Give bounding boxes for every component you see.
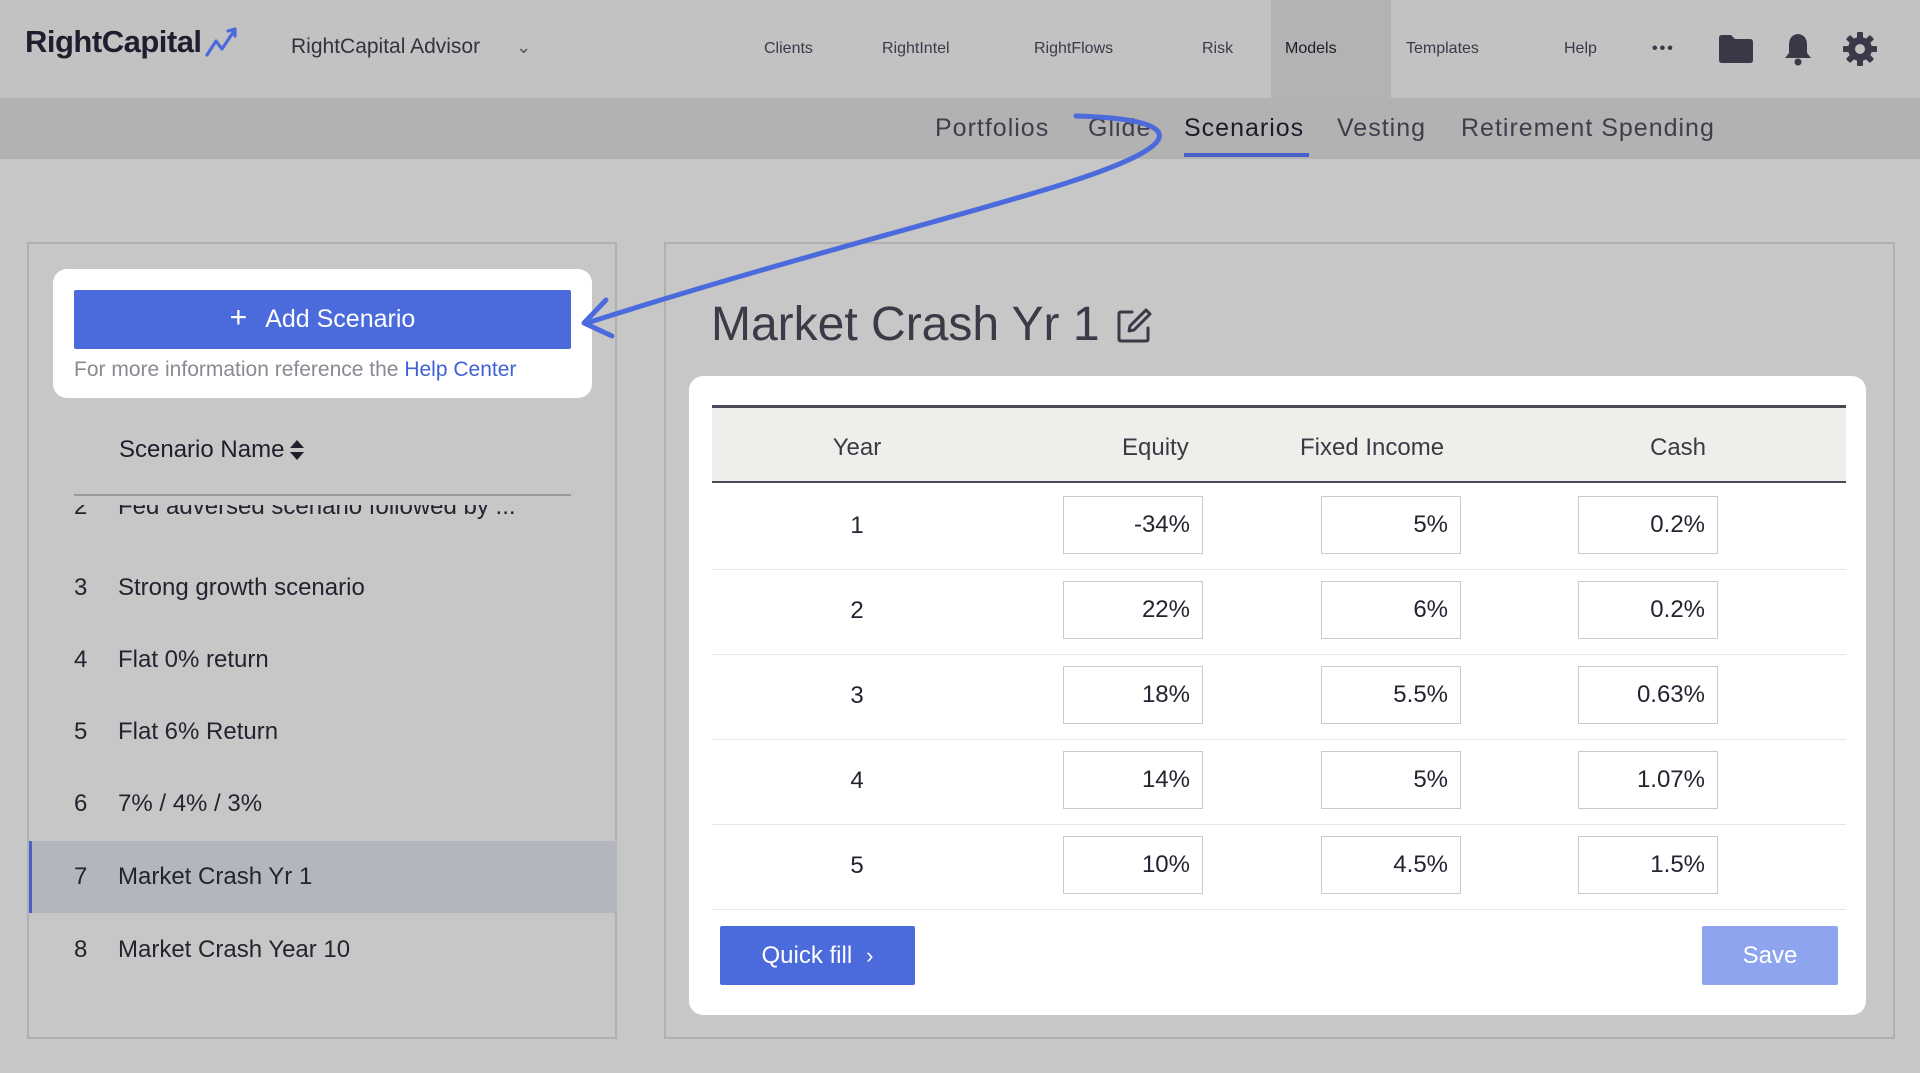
scenario-number: 7 [74,863,88,890]
active-tab-indicator [1184,153,1309,157]
more-menu-icon[interactable]: ••• [1652,0,1675,98]
logo-trend-icon [204,27,237,57]
scenario-number: 3 [74,574,88,601]
fixed-income-input[interactable]: 6% [1321,581,1461,639]
add-scenario-button[interactable]: + Add Scenario [74,290,571,349]
bell-icon[interactable] [1779,30,1817,68]
scenario-name: 7% / 4% / 3% [118,790,263,817]
year-cell: 4 [850,767,864,794]
equity-input[interactable]: -34% [1063,496,1203,554]
sort-icon [290,440,305,460]
table-header: Year Equity Fixed Income Cash [712,405,1846,483]
header-divider [74,494,571,496]
list-item[interactable]: 6 7% / 4% / 3% [29,768,617,840]
list-item[interactable]: 8 Market Crash Year 10 [29,914,617,986]
col-fixed-income: Fixed Income [1300,434,1445,461]
equity-input[interactable]: 14% [1063,751,1203,809]
chevron-down-icon: ⌄ [516,36,532,57]
scenario-name: Flat 6% Return [118,718,279,745]
equity-input[interactable]: 10% [1063,836,1203,894]
tab-vesting[interactable]: Vesting [1337,98,1426,159]
help-note: For more information reference the Help … [74,358,516,382]
column-header-label: Scenario Name [119,436,285,463]
scenario-number: 8 [74,936,88,963]
scenario-number: 2 [74,505,88,520]
nav-templates[interactable]: Templates [1406,0,1479,98]
scenario-name: Strong growth scenario [118,574,365,601]
nav-help[interactable]: Help [1564,0,1597,98]
tab-glide[interactable]: Glide [1088,98,1151,159]
fixed-income-input[interactable]: 5.5% [1321,666,1461,724]
nav-models[interactable]: Models [1271,0,1391,98]
tab-portfolios[interactable]: Portfolios [935,98,1049,159]
list-item[interactable]: 5 Flat 6% Return [29,696,617,768]
edit-icon[interactable] [1116,306,1154,344]
quick-fill-label: Quick fill [761,941,853,969]
table-row: 5 10% 4.5% 1.5% [712,824,1846,910]
fixed-income-input[interactable]: 5% [1321,751,1461,809]
cash-input[interactable]: 0.63% [1578,666,1718,724]
list-item[interactable]: 4 Flat 0% return [29,624,617,696]
year-cell: 3 [850,682,864,709]
folder-icon[interactable] [1717,30,1755,68]
account-switcher[interactable]: RightCapital Advisor ⌄ [291,35,531,59]
gear-icon[interactable] [1841,30,1879,68]
fixed-income-input[interactable]: 5% [1321,496,1461,554]
table-row: 4 14% 5% 1.07% [712,739,1846,825]
chevron-right-icon: › [866,942,874,968]
year-cell: 2 [850,597,864,624]
cash-input[interactable]: 1.5% [1578,836,1718,894]
scenario-number: 4 [74,646,88,673]
list-item[interactable]: 3 Strong growth scenario [29,552,617,624]
scenario-number: 6 [74,790,88,817]
scenario-name: Market Crash Year 10 [118,936,351,963]
add-scenario-label: Add Scenario [265,305,416,333]
list-item[interactable]: 2 Fed adversed scenario followed by ... [29,505,617,535]
fixed-income-input[interactable]: 4.5% [1321,836,1461,894]
nav-rightflows[interactable]: RightFlows [1034,0,1113,98]
cash-input[interactable]: 0.2% [1578,581,1718,639]
rightcapital-logo[interactable]: RightCapital [25,24,244,60]
year-cell: 5 [850,852,864,879]
scenario-title: Market Crash Yr 1 [711,297,1154,352]
scenario-name-column-header[interactable]: Scenario Name [119,436,305,464]
nav-rightintel[interactable]: RightIntel [882,0,950,98]
top-navigation-bar [0,0,1920,98]
tab-retirement-spending[interactable]: Retirement Spending [1461,98,1715,159]
cash-input[interactable]: 1.07% [1578,751,1718,809]
plus-icon: + [229,301,248,334]
quick-fill-button[interactable]: Quick fill › [720,926,915,985]
equity-input[interactable]: 18% [1063,666,1203,724]
scenario-name: Market Crash Yr 1 [118,863,313,890]
table-row: 1 -34% 5% 0.2% [712,484,1846,570]
table-row: 2 22% 6% 0.2% [712,569,1846,655]
tab-scenarios[interactable]: Scenarios [1184,98,1304,159]
col-cash: Cash [1650,434,1707,461]
list-item-selected[interactable]: 7 Market Crash Yr 1 [29,841,617,913]
scenario-title-text: Market Crash Yr 1 [711,298,1100,351]
equity-input[interactable]: 22% [1063,581,1203,639]
nav-risk[interactable]: Risk [1202,0,1233,98]
help-center-link[interactable]: Help Center [404,358,516,381]
save-button[interactable]: Save [1702,926,1838,985]
cash-input[interactable]: 0.2% [1578,496,1718,554]
col-year: Year [832,434,882,461]
scenario-name: Flat 0% return [118,646,269,673]
table-row: 3 18% 5.5% 0.63% [712,654,1846,740]
account-name: RightCapital Advisor [291,35,481,58]
nav-clients[interactable]: Clients [764,0,813,98]
scenario-name: Fed adversed scenario followed by ... [118,505,516,520]
col-equity: Equity [1122,434,1189,461]
logo-text: RightCapital [25,24,202,59]
scenario-number: 5 [74,718,88,745]
help-note-text: For more information reference the [74,358,399,381]
year-cell: 1 [850,512,864,539]
